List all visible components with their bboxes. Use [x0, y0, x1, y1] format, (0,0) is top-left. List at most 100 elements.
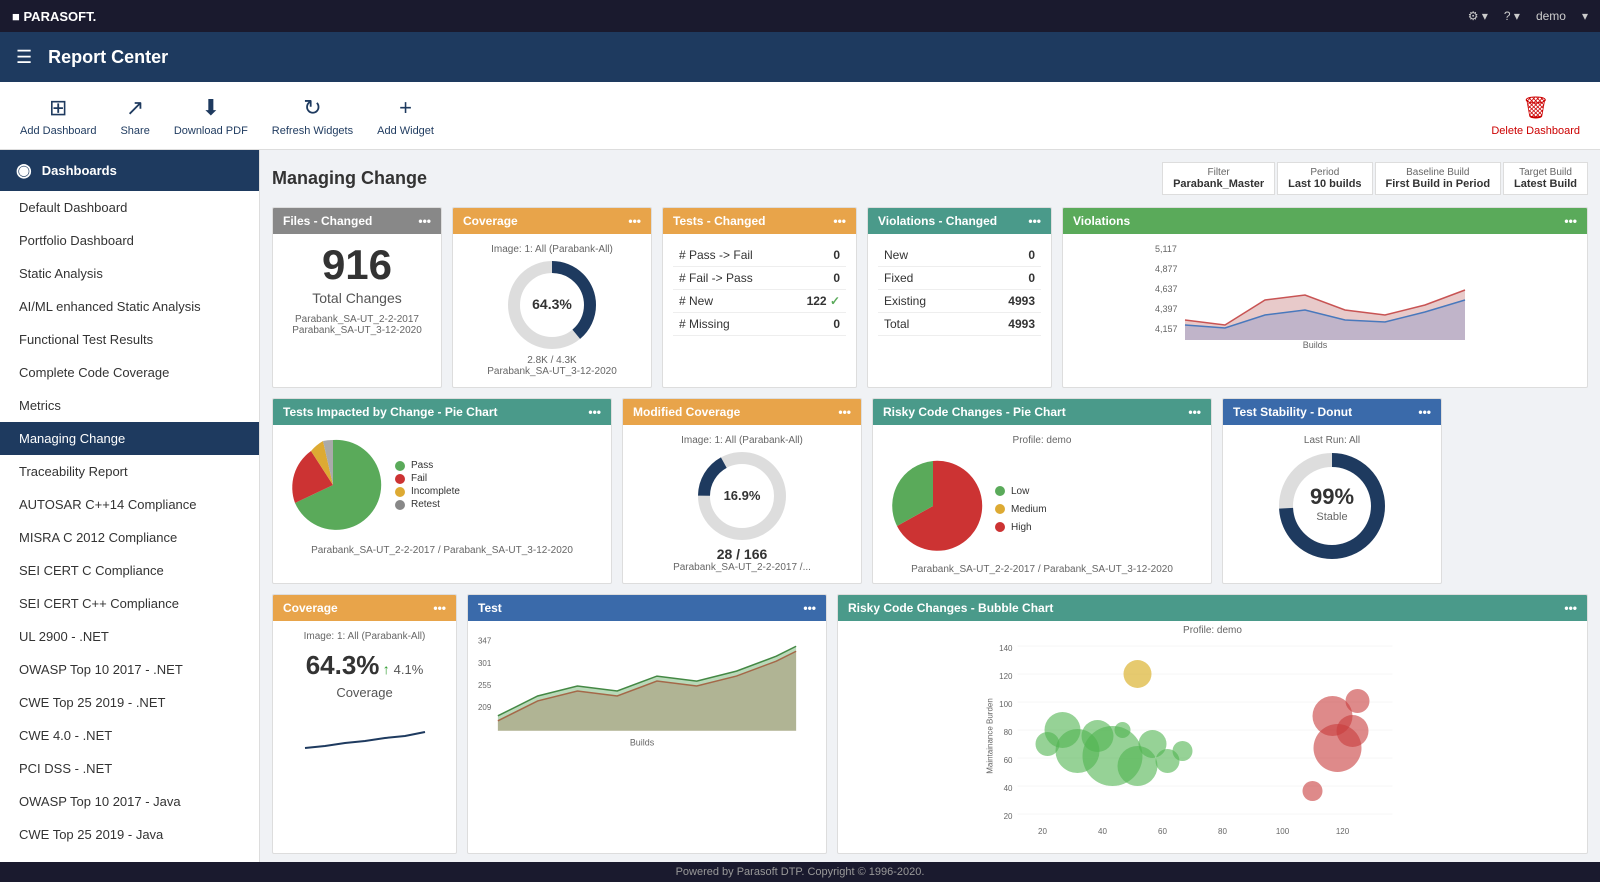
sidebar-item-complete-code[interactable]: Complete Code Coverage [0, 356, 259, 389]
files-changed-menu[interactable]: ••• [418, 214, 431, 228]
stability-donut: 99% Stable [1272, 446, 1392, 566]
risky-legend: Low Medium High [995, 484, 1047, 535]
sidebar-item-cwe25-java[interactable]: CWE Top 25 2019 - Java [0, 818, 259, 851]
coverage-big-menu[interactable]: ••• [433, 601, 446, 615]
test-line-body: 347 301 255 209 Builds [468, 621, 826, 764]
sidebar-item-traceability[interactable]: Traceability Report [0, 455, 259, 488]
high-dot [995, 522, 1005, 532]
legend-incomplete: Incomplete [395, 486, 460, 497]
svg-text:5,117: 5,117 [1155, 244, 1177, 254]
violations-chart-menu[interactable]: ••• [1564, 214, 1577, 228]
hamburger-icon[interactable]: ☰ [16, 47, 32, 68]
table-row: # Missing 0 [673, 313, 846, 336]
svg-text:64.3%: 64.3% [532, 296, 572, 312]
share-icon: ↗ [126, 95, 144, 121]
filter-baseline[interactable]: Baseline Build First Build in Period [1375, 162, 1502, 195]
mod-cov-fraction: 28 / 166 [717, 546, 768, 562]
sidebar-item-sei-cert-c[interactable]: SEI CERT C Compliance [0, 554, 259, 587]
svg-text:Stable: Stable [1316, 511, 1347, 523]
delete-dashboard-button[interactable]: 🗑 Delete Dashboard [1491, 95, 1580, 137]
tests-changed-body: # Pass -> Fail 0 # Fail -> Pass 0 # New … [663, 234, 856, 346]
risky-code-pie-body: Profile: demo [873, 425, 1211, 456]
sidebar-item-ul2900[interactable]: UL 2900 - .NET [0, 620, 259, 653]
dashboard-title: Managing Change [272, 168, 427, 189]
add-widget-button[interactable]: + Add Widget [377, 95, 434, 137]
test-line-menu[interactable]: ••• [803, 601, 816, 615]
filter-bar: Filter Parabank_Master Period Last 10 bu… [1162, 162, 1588, 195]
risky-pie-chart [883, 456, 983, 556]
sidebar-item-managing-change[interactable]: Managing Change [0, 422, 259, 455]
risky-code-pie-menu[interactable]: ••• [1188, 405, 1201, 419]
sidebar-item-metrics[interactable]: Metrics [0, 389, 259, 422]
svg-text:100: 100 [1276, 827, 1290, 836]
sidebar-item-portfolio-dashboard[interactable]: Portfolio Dashboard [0, 224, 259, 257]
coverage-big-number: 64.3% ↑ 4.1% [306, 650, 424, 681]
modified-coverage-widget: Modified Coverage ••• Image: 1: All (Par… [622, 398, 862, 584]
content-area: Managing Change Filter Parabank_Master P… [260, 150, 1600, 882]
risky-bubble-body: Profile: demo 140 120 100 80 60 40 20 20… [838, 621, 1587, 843]
sidebar-item-default-dashboard[interactable]: Default Dashboard [0, 191, 259, 224]
bubble [1124, 660, 1152, 688]
coverage-menu[interactable]: ••• [628, 214, 641, 228]
files-changed-number: 916 [283, 244, 431, 286]
app-header: ☰ Report Center [0, 32, 1600, 82]
tests-pie-menu[interactable]: ••• [588, 405, 601, 419]
risky-bubble-menu[interactable]: ••• [1564, 601, 1577, 615]
filter-period[interactable]: Period Last 10 builds [1277, 162, 1372, 195]
sidebar-item-cwe25-net[interactable]: CWE Top 25 2019 - .NET [0, 686, 259, 719]
risky-pie-build: Parabank_SA-UT_2-2-2017 / Parabank_SA-UT… [873, 564, 1211, 583]
modified-coverage-donut: 16.9% [692, 446, 792, 546]
share-button[interactable]: ↗ Share [120, 95, 149, 137]
violations-area-chart: 5,117 4,877 4,637 4,397 4,157 Builds [1069, 240, 1581, 350]
sidebar: ◉ Dashboards Default Dashboard Portfolio… [0, 150, 260, 882]
filter-target[interactable]: Target Build Latest Build [1503, 162, 1588, 195]
violations-changed-header: Violations - Changed ••• [868, 208, 1051, 234]
sidebar-item-owasp-net[interactable]: OWASP Top 10 2017 - .NET [0, 653, 259, 686]
sidebar-item-owasp-java[interactable]: OWASP Top 10 2017 - Java [0, 785, 259, 818]
violations-chart-header: Violations ••• [1063, 208, 1587, 234]
user-menu[interactable]: demo [1536, 9, 1566, 23]
table-row: Fixed 0 [878, 267, 1041, 290]
svg-text:99%: 99% [1310, 484, 1354, 509]
refresh-widgets-button[interactable]: ↻ Refresh Widgets [272, 95, 353, 137]
sidebar-item-sei-cert-cpp[interactable]: SEI CERT C++ Compliance [0, 587, 259, 620]
logo: ■ PARASOFT. [12, 9, 96, 24]
svg-text:4,877: 4,877 [1155, 264, 1178, 274]
sidebar-item-pci-net[interactable]: PCI DSS - .NET [0, 752, 259, 785]
coverage-big-header: Coverage ••• [273, 595, 456, 621]
files-changed-label: Total Changes [283, 290, 431, 306]
modified-coverage-menu[interactable]: ••• [838, 405, 851, 419]
settings-icon[interactable]: ⚙ ▾ [1468, 9, 1488, 23]
svg-text:40: 40 [1004, 784, 1013, 793]
fail-dot [395, 474, 405, 484]
download-icon: ⬇ [202, 95, 220, 121]
test-line-header: Test ••• [468, 595, 826, 621]
sidebar-item-enhanced-static[interactable]: AI/ML enhanced Static Analysis [0, 290, 259, 323]
table-row: # Fail -> Pass 0 [673, 267, 846, 290]
test-line-widget: Test ••• 347 301 255 209 [467, 594, 827, 854]
risky-code-pie-header: Risky Code Changes - Pie Chart ••• [873, 399, 1211, 425]
bubble [1346, 689, 1370, 713]
bubble [1303, 781, 1323, 801]
bubble [1314, 724, 1362, 772]
sidebar-item-autosar[interactable]: AUTOSAR C++14 Compliance [0, 488, 259, 521]
sidebar-item-misra[interactable]: MISRA C 2012 Compliance [0, 521, 259, 554]
svg-text:347: 347 [478, 636, 492, 645]
coverage-big-body: Image: 1: All (Parabank-All) 64.3% ↑ 4.1… [273, 621, 456, 768]
files-changed-header: Files - Changed ••• [273, 208, 441, 234]
help-icon[interactable]: ? ▾ [1504, 9, 1520, 23]
tests-pie-widget: Tests Impacted by Change - Pie Chart ••• [272, 398, 612, 584]
tests-changed-menu[interactable]: ••• [833, 214, 846, 228]
modified-coverage-header: Modified Coverage ••• [623, 399, 861, 425]
sidebar-item-functional-test[interactable]: Functional Test Results [0, 323, 259, 356]
filter-filter[interactable]: Filter Parabank_Master [1162, 162, 1275, 195]
coverage-body: Image: 1: All (Parabank-All) 64.3% 2.8K … [453, 234, 651, 387]
download-pdf-button[interactable]: ⬇ Download PDF [174, 95, 248, 137]
violations-changed-menu[interactable]: ••• [1028, 214, 1041, 228]
add-dashboard-button[interactable]: ⊞ Add Dashboard [20, 95, 96, 137]
sidebar-item-static-analysis[interactable]: Static Analysis [0, 257, 259, 290]
sidebar-item-cwe40-net[interactable]: CWE 4.0 - .NET [0, 719, 259, 752]
dashboard-header: Managing Change Filter Parabank_Master P… [272, 162, 1588, 195]
add-dashboard-icon: ⊞ [49, 95, 67, 121]
test-stability-menu[interactable]: ••• [1418, 405, 1431, 419]
